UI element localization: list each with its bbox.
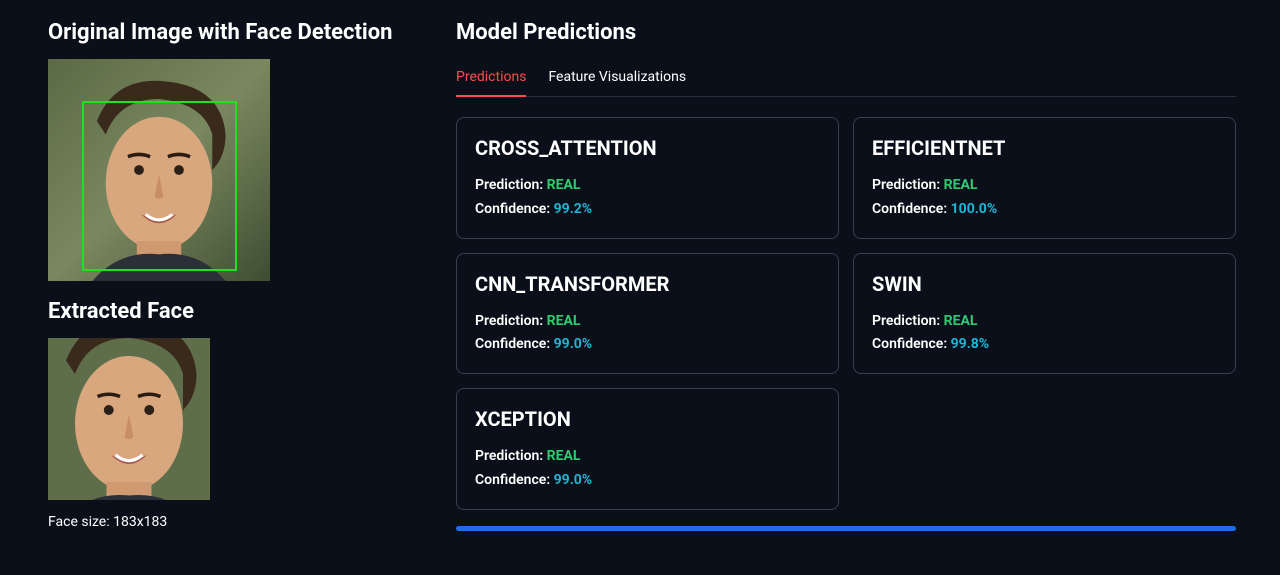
prediction-row: Prediction: REAL — [475, 310, 820, 334]
tab-feature-visualizations[interactable]: Feature Visualizations — [548, 59, 686, 97]
progress-bar — [456, 526, 1236, 531]
confidence-row: Confidence: 99.0% — [475, 333, 820, 357]
tabs: Predictions Feature Visualizations — [456, 59, 1236, 97]
model-card: SWINPrediction: REALConfidence: 99.8% — [853, 253, 1236, 375]
model-card: EFFICIENTNETPrediction: REALConfidence: … — [853, 117, 1236, 239]
tab-predictions[interactable]: Predictions — [456, 59, 526, 97]
face-crop-illustration — [48, 338, 210, 500]
original-image — [48, 59, 270, 281]
confidence-label: Confidence: — [475, 472, 554, 488]
model-card: XCEPTIONPrediction: REALConfidence: 99.0… — [456, 388, 839, 510]
prediction-label: Prediction: — [475, 448, 547, 464]
prediction-row: Prediction: REAL — [475, 445, 820, 469]
progress-track — [456, 526, 1236, 531]
prediction-label: Prediction: — [872, 177, 944, 193]
model-card: CROSS_ATTENTIONPrediction: REALConfidenc… — [456, 117, 839, 239]
confidence-row: Confidence: 99.0% — [475, 469, 820, 493]
prediction-value: REAL — [547, 448, 581, 464]
original-image-title: Original Image with Face Detection — [48, 20, 408, 45]
face-size-text: Face size: 183x183 — [48, 514, 408, 530]
confidence-row: Confidence: 99.2% — [475, 198, 820, 222]
prediction-value: REAL — [944, 313, 978, 329]
confidence-value: 99.2% — [554, 201, 593, 217]
prediction-value: REAL — [547, 177, 581, 193]
model-name: EFFICIENTNET — [872, 136, 1217, 160]
prediction-label: Prediction: — [872, 313, 944, 329]
prediction-value: REAL — [944, 177, 978, 193]
model-name: XCEPTION — [475, 407, 820, 431]
prediction-label: Prediction: — [475, 177, 547, 193]
confidence-value: 99.0% — [554, 472, 593, 488]
model-name: CNN_TRANSFORMER — [475, 272, 820, 296]
model-predictions-title: Model Predictions — [456, 20, 1236, 45]
model-card: CNN_TRANSFORMERPrediction: REALConfidenc… — [456, 253, 839, 375]
prediction-value: REAL — [547, 313, 581, 329]
extracted-face-image — [48, 338, 210, 500]
extracted-face-title: Extracted Face — [48, 299, 408, 324]
left-column: Original Image with Face Detection — [48, 20, 408, 531]
confidence-row: Confidence: 99.8% — [872, 333, 1217, 357]
model-name: CROSS_ATTENTION — [475, 136, 820, 160]
confidence-value: 100.0% — [951, 201, 998, 217]
model-name: SWIN — [872, 272, 1217, 296]
right-column: Model Predictions Predictions Feature Vi… — [456, 20, 1236, 531]
face-detection-box — [82, 101, 237, 271]
confidence-value: 99.8% — [951, 336, 990, 352]
confidence-label: Confidence: — [475, 336, 554, 352]
prediction-cards-grid: CROSS_ATTENTIONPrediction: REALConfidenc… — [456, 117, 1236, 510]
confidence-value: 99.0% — [554, 336, 593, 352]
prediction-row: Prediction: REAL — [872, 310, 1217, 334]
confidence-label: Confidence: — [872, 336, 951, 352]
confidence-label: Confidence: — [872, 201, 951, 217]
prediction-label: Prediction: — [475, 313, 547, 329]
confidence-row: Confidence: 100.0% — [872, 198, 1217, 222]
prediction-row: Prediction: REAL — [872, 174, 1217, 198]
confidence-label: Confidence: — [475, 201, 554, 217]
prediction-row: Prediction: REAL — [475, 174, 820, 198]
